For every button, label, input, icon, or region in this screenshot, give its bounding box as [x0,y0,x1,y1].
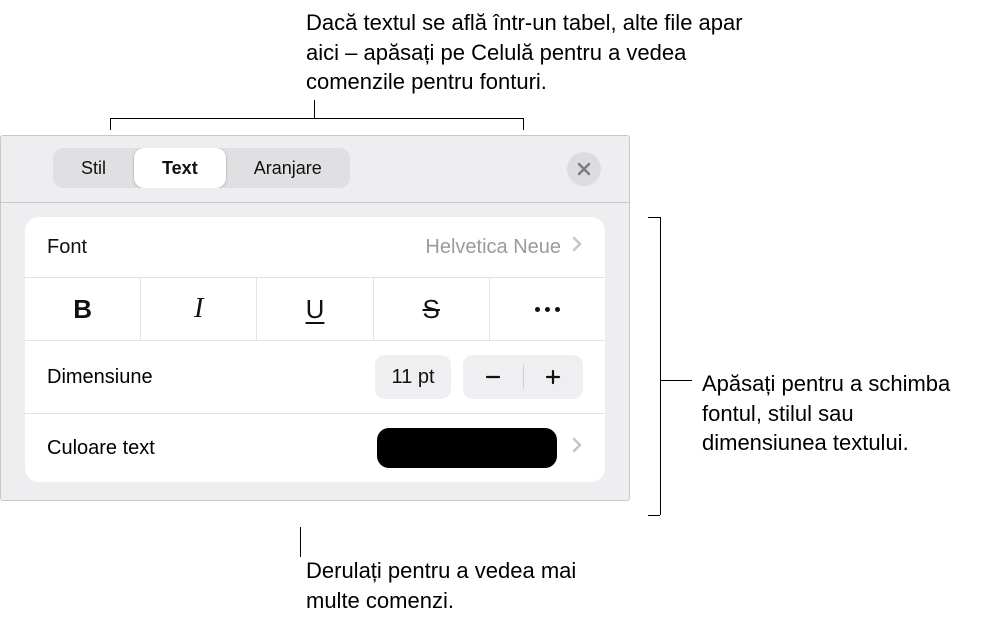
callout-bottom-stem [300,527,301,557]
size-value: 11 pt [375,355,451,399]
bracket-top-r [523,118,524,130]
tab-stil[interactable]: Stil [53,148,134,188]
close-icon [576,161,592,177]
more-styles-button[interactable] [490,278,605,340]
tab-aranjare[interactable]: Aranjare [226,148,350,188]
format-panel: Stil Text Aranjare Font Helvetica Neue B… [0,135,630,501]
font-value: Helvetica Neue [425,236,561,259]
callout-top: Dacă textul se află într-un tabel, alte … [306,8,766,97]
italic-icon: I [194,293,203,325]
italic-button[interactable]: I [141,278,257,340]
more-icon [535,307,560,312]
tab-segmented-control: Stil Text Aranjare [53,148,350,188]
underline-button[interactable]: U [257,278,373,340]
size-label: Dimensiune [47,366,363,389]
panel-header: Stil Text Aranjare [1,136,629,202]
bracket-right-b [648,515,660,516]
bold-button[interactable]: B [25,278,141,340]
tab-text[interactable]: Text [134,148,226,188]
bracket-top-l [110,118,111,130]
strikethrough-button[interactable]: S [374,278,490,340]
strikethrough-icon: S [423,294,440,325]
chevron-right-icon [571,436,583,460]
font-row[interactable]: Font Helvetica Neue [25,217,605,278]
chevron-right-icon [571,235,583,259]
close-button[interactable] [567,152,601,186]
size-row: Dimensiune 11 pt [25,341,605,414]
callout-bottom: Derulați pentru a vedea mai multe comenz… [306,556,606,615]
text-color-label: Culoare text [47,437,363,460]
bold-icon: B [73,294,92,325]
size-decrease-button[interactable] [463,367,523,387]
plus-icon [543,367,563,387]
size-increase-button[interactable] [524,367,584,387]
text-settings-card: Font Helvetica Neue B I U S Dime [25,217,605,482]
bracket-top-stem [314,100,315,118]
bracket-right-v [660,217,661,515]
minus-icon [483,367,503,387]
text-color-swatch[interactable] [377,428,557,468]
bracket-right-stem [660,380,692,381]
text-color-row[interactable]: Culoare text [25,414,605,482]
bracket-top-h [110,118,524,119]
text-style-row: B I U S [25,278,605,341]
size-stepper [463,355,583,399]
header-separator [1,202,629,203]
bracket-right-t [648,217,660,218]
font-label: Font [47,236,425,259]
callout-right: Apăsați pentru a schimba fontul, stilul … [702,369,982,458]
underline-icon: U [306,294,325,325]
